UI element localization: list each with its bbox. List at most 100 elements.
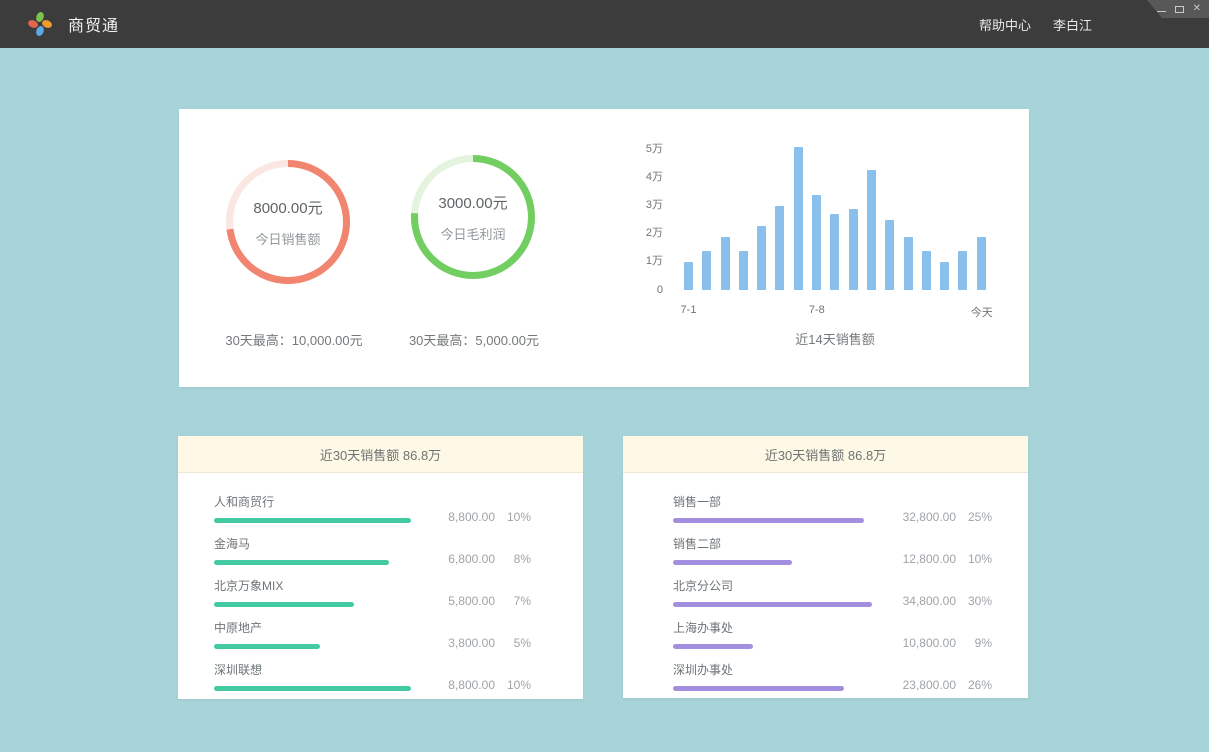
row-percent: 25% (956, 510, 992, 524)
row-progress-bar (214, 644, 320, 649)
chart-bar (867, 170, 876, 290)
chart-bar (794, 147, 803, 290)
row-percent: 30% (956, 594, 992, 608)
gauge-today-profit: 3000.00元 今日毛利润 (411, 155, 535, 279)
row-percent: 10% (495, 678, 531, 692)
list-item: 上海办事处 10,800.00 9% (673, 619, 992, 649)
row-name: 人和商贸行 (214, 493, 414, 510)
row-value: 6,800.00 (425, 552, 495, 566)
row-progress-bar (673, 602, 872, 607)
y-axis-tick: 4万 (646, 168, 663, 184)
chart-bar (812, 195, 821, 290)
chart-bar (940, 262, 949, 290)
departments-list: 销售一部 32,800.00 25% 销售二部 12,800.00 10% 北京… (623, 473, 1028, 691)
row-percent: 8% (495, 552, 531, 566)
row-name: 销售二部 (673, 535, 873, 552)
nav-user-name[interactable]: 李白江 (1053, 15, 1092, 34)
bar-chart-x-axis: 7-17-8今天 (684, 304, 986, 318)
maximize-icon (1175, 6, 1184, 13)
row-value: 34,800.00 (886, 594, 956, 608)
x-axis-tick: 7-8 (809, 304, 825, 316)
row-value: 8,800.00 (425, 510, 495, 524)
row-percent: 9% (956, 636, 992, 650)
row-name: 北京万象MIX (214, 577, 414, 594)
chart-bar (757, 226, 766, 290)
row-value: 8,800.00 (425, 678, 495, 692)
row-progress-bar (214, 518, 411, 523)
row-progress-bar (673, 518, 864, 523)
chart-bar (721, 237, 730, 290)
nav-help-center[interactable]: 帮助中心 (979, 15, 1031, 34)
list-item: 北京分公司 34,800.00 30% (673, 577, 992, 607)
list-item: 人和商贸行 8,800.00 10% (214, 493, 531, 523)
today-sales-label: 今日销售额 (255, 229, 320, 248)
chart-bar (922, 251, 931, 290)
y-axis-tick: 0 (657, 284, 663, 296)
departments-card: 近30天销售额 86.8万 销售一部 32,800.00 25% 销售二部 12… (623, 436, 1028, 698)
chart-bar (702, 251, 711, 290)
row-name: 金海马 (214, 535, 414, 552)
list-item: 中原地产 3,800.00 5% (214, 619, 531, 649)
row-value: 12,800.00 (886, 552, 956, 566)
bar-chart-bars (684, 138, 986, 290)
row-progress-bar (214, 602, 354, 607)
y-axis-tick: 1万 (646, 252, 663, 268)
y-axis-tick: 5万 (646, 140, 663, 156)
gauge-today-sales: 8000.00元 今日销售额 (226, 160, 350, 284)
row-name: 北京分公司 (673, 577, 873, 594)
y-axis-tick: 2万 (646, 224, 663, 240)
gauge-text: 8000.00元 今日销售额 (226, 160, 350, 284)
chart-bar (684, 262, 693, 290)
row-percent: 7% (495, 594, 531, 608)
top-bar: 商贸通 帮助中心 李白江 (0, 0, 1209, 48)
list-item: 金海马 6,800.00 8% (214, 535, 531, 565)
list-item: 深圳联想 8,800.00 10% (214, 661, 531, 691)
chart-bar (830, 214, 839, 290)
chart-bar (904, 237, 913, 290)
app-title: 商贸通 (68, 12, 119, 36)
today-sales-value: 8000.00元 (253, 197, 322, 218)
row-name: 销售一部 (673, 493, 873, 510)
customers-card-title: 近30天销售额 86.8万 (178, 436, 583, 473)
list-item: 销售二部 12,800.00 10% (673, 535, 992, 565)
row-value: 5,800.00 (425, 594, 495, 608)
row-progress-bar (673, 686, 844, 691)
list-item: 北京万象MIX 5,800.00 7% (214, 577, 531, 607)
row-percent: 10% (495, 510, 531, 524)
close-button[interactable]: ✕ (1193, 3, 1201, 15)
row-name: 中原地产 (214, 619, 414, 636)
list-item: 深圳办事处 23,800.00 26% (673, 661, 992, 691)
bar-chart-y-axis: 01万2万3万4万5万 (627, 138, 663, 290)
chart-bar (977, 237, 986, 290)
chart-bar (885, 220, 894, 290)
today-profit-value: 3000.00元 (438, 192, 507, 213)
row-value: 32,800.00 (886, 510, 956, 524)
row-progress-bar (673, 560, 792, 565)
departments-card-title: 近30天销售额 86.8万 (623, 436, 1028, 473)
chart-bar (958, 251, 967, 290)
row-progress-bar (214, 686, 411, 691)
row-progress-bar (214, 560, 389, 565)
row-value: 3,800.00 (425, 636, 495, 650)
row-percent: 10% (956, 552, 992, 566)
row-name: 上海办事处 (673, 619, 873, 636)
chart-bar (849, 209, 858, 290)
row-name: 深圳办事处 (673, 661, 873, 678)
gauge-text: 3000.00元 今日毛利润 (411, 155, 535, 279)
bar-chart-title: 近14天销售额 (684, 329, 986, 348)
row-name: 深圳联想 (214, 661, 414, 678)
row-value: 23,800.00 (886, 678, 956, 692)
customers-card: 近30天销售额 86.8万 人和商贸行 8,800.00 10% 金海马 6,8… (178, 436, 583, 699)
row-progress-bar (673, 644, 753, 649)
minimize-icon (1157, 11, 1166, 12)
list-item: 销售一部 32,800.00 25% (673, 493, 992, 523)
app-logo-icon (26, 10, 54, 38)
x-axis-tick: 7-1 (681, 304, 697, 316)
x-axis-tick: 今天 (971, 304, 993, 320)
maximize-button[interactable] (1175, 3, 1184, 15)
row-value: 10,800.00 (886, 636, 956, 650)
y-axis-tick: 3万 (646, 196, 663, 212)
today-profit-label: 今日毛利润 (440, 224, 505, 243)
chart-bar (775, 206, 784, 290)
row-percent: 26% (956, 678, 992, 692)
